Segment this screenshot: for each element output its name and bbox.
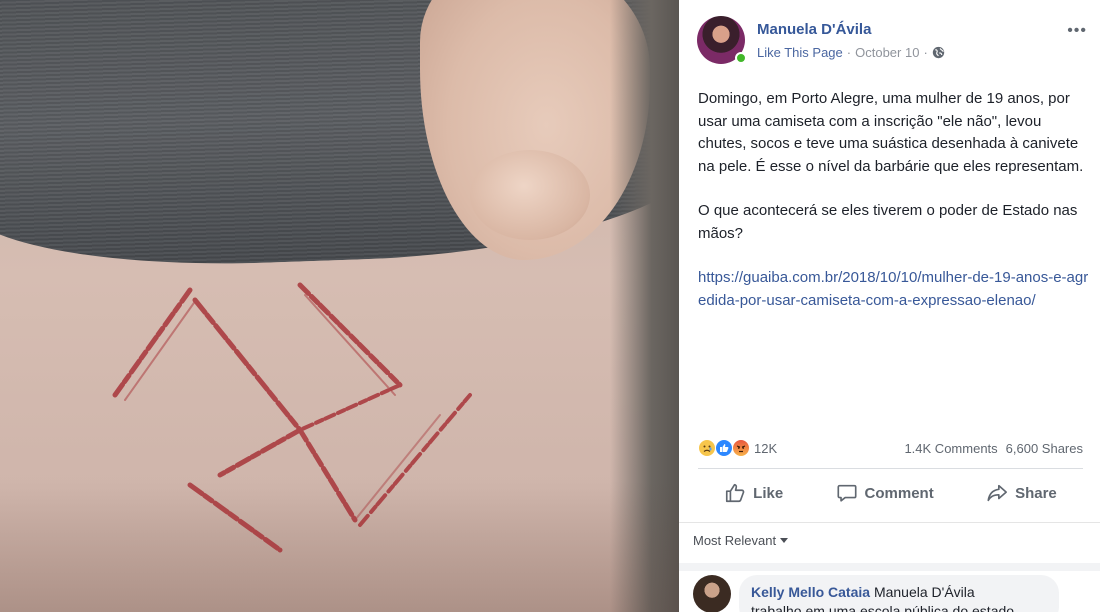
comments-section: Most Relevant Kelly Mello Cataia Manuela…	[679, 522, 1100, 612]
post-paragraph-1: Domingo, em Porto Alegre, uma mulher de …	[698, 90, 1084, 175]
comment-bubble: Kelly Mello Cataia Manuela D'Ávila traba…	[739, 575, 1059, 612]
meta-separator: ·	[846, 45, 852, 60]
globe-icon[interactable]	[932, 46, 945, 59]
post-stats: 12K 1.4K Comments 6,600 Shares	[698, 436, 1083, 460]
like-reaction-icon	[715, 439, 733, 457]
comment-icon	[837, 484, 857, 502]
post-actions: Like Comment Share	[698, 476, 1083, 510]
angry-reaction-icon	[732, 439, 750, 457]
comment-author-link[interactable]: Kelly Mello Cataia	[751, 584, 870, 600]
reaction-count[interactable]: 12K	[754, 441, 777, 456]
share-button[interactable]: Share	[986, 482, 1057, 504]
thumbs-up-icon	[726, 483, 745, 503]
share-button-label: Share	[1015, 484, 1057, 502]
stats-divider	[698, 468, 1083, 469]
post-paragraph-2: O que acontecerá se eles tiverem o poder…	[698, 202, 1078, 242]
share-arrow-icon	[987, 484, 1008, 502]
comment-text: trabalho em uma escola pública do estado	[751, 603, 1015, 612]
like-page-link[interactable]: Like This Page	[757, 45, 843, 60]
post-body: Domingo, em Porto Alegre, uma mulher de …	[698, 88, 1090, 312]
comments-count-link[interactable]: 1.4K Comments	[904, 441, 997, 456]
comment-sort-dropdown[interactable]: Most Relevant	[693, 533, 789, 548]
sad-reaction-icon	[698, 439, 716, 457]
comments-divider	[679, 563, 1100, 571]
comment-button-label: Comment	[864, 484, 934, 502]
shares-count-link[interactable]: 6,600 Shares	[1006, 441, 1083, 456]
post-photo[interactable]	[0, 0, 679, 612]
online-status-icon	[735, 52, 747, 64]
comment-button[interactable]: Comment	[836, 482, 934, 504]
engagement-counts: 1.4K Comments 6,600 Shares	[904, 441, 1083, 456]
post-header: Manuela D'Ávila Like This Page · October…	[697, 16, 1087, 66]
reactions-summary[interactable]: 12K	[698, 439, 777, 457]
meta-separator: ·	[923, 45, 928, 60]
like-button[interactable]: Like	[724, 482, 783, 504]
post-meta: Like This Page · October 10 ·	[757, 45, 945, 60]
post-link[interactable]: https://guaiba.com.br/2018/10/10/mulher-…	[698, 267, 1090, 312]
caret-down-icon	[780, 538, 789, 543]
like-button-label: Like	[753, 484, 784, 502]
photo-scratch-marks	[112, 282, 472, 553]
more-options-icon[interactable]: •••	[1067, 22, 1087, 40]
comment-sort-label: Most Relevant	[693, 533, 777, 548]
post-date-link[interactable]: October 10	[855, 45, 919, 60]
commenter-avatar[interactable]	[693, 575, 731, 612]
comment-mention[interactable]: Manuela D'Ávila	[874, 584, 975, 600]
post-panel: Manuela D'Ávila Like This Page · October…	[679, 0, 1100, 612]
page-name-link[interactable]: Manuela D'Ávila	[757, 21, 871, 38]
